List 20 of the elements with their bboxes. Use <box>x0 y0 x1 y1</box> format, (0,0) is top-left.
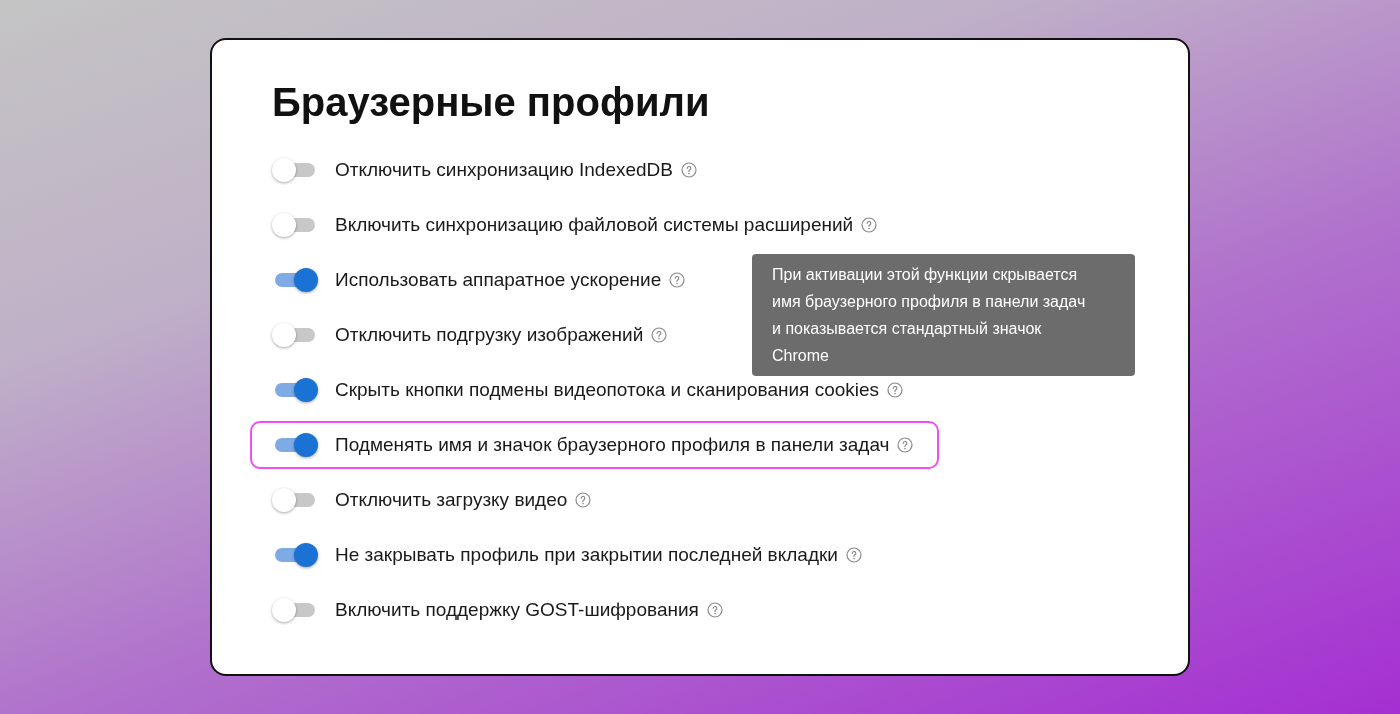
help-icon[interactable] <box>575 492 592 508</box>
setting-label: Скрыть кнопки подмены видеопотока и сканирования cookies <box>335 379 880 401</box>
setting-label: Подменять имя и значок браузерного профиля в панели задач <box>335 434 890 456</box>
help-icon[interactable] <box>681 162 697 178</box>
tooltip: При активации этой функции скрывается имя браузерного профиля в панели задач и показывается стандартный значок Chrome <box>752 254 1135 376</box>
help-icon[interactable] <box>861 217 878 233</box>
page-title: Браузерные профили <box>272 79 711 126</box>
help-icon[interactable] <box>845 547 862 563</box>
help-icon[interactable] <box>887 382 904 398</box>
help-icon[interactable] <box>897 437 914 453</box>
setting-label: Отключить загрузку видео <box>335 489 568 511</box>
setting-label: Отключить синхронизацию IndexedDB <box>335 159 673 181</box>
setting-label: Использовать аппаратное ускорение <box>335 269 662 291</box>
help-icon[interactable] <box>669 272 686 288</box>
setting-label: Включить поддержку GOST-шифрования <box>335 599 699 621</box>
setting-label: Не закрывать профиль при закрытии последней вкладки <box>335 544 838 566</box>
setting-label: Отключить подгрузку изображений <box>335 324 644 346</box>
help-icon[interactable] <box>651 327 668 343</box>
help-icon[interactable] <box>706 602 723 618</box>
setting-label: Включить синхронизацию файловой системы расширений <box>335 214 854 236</box>
